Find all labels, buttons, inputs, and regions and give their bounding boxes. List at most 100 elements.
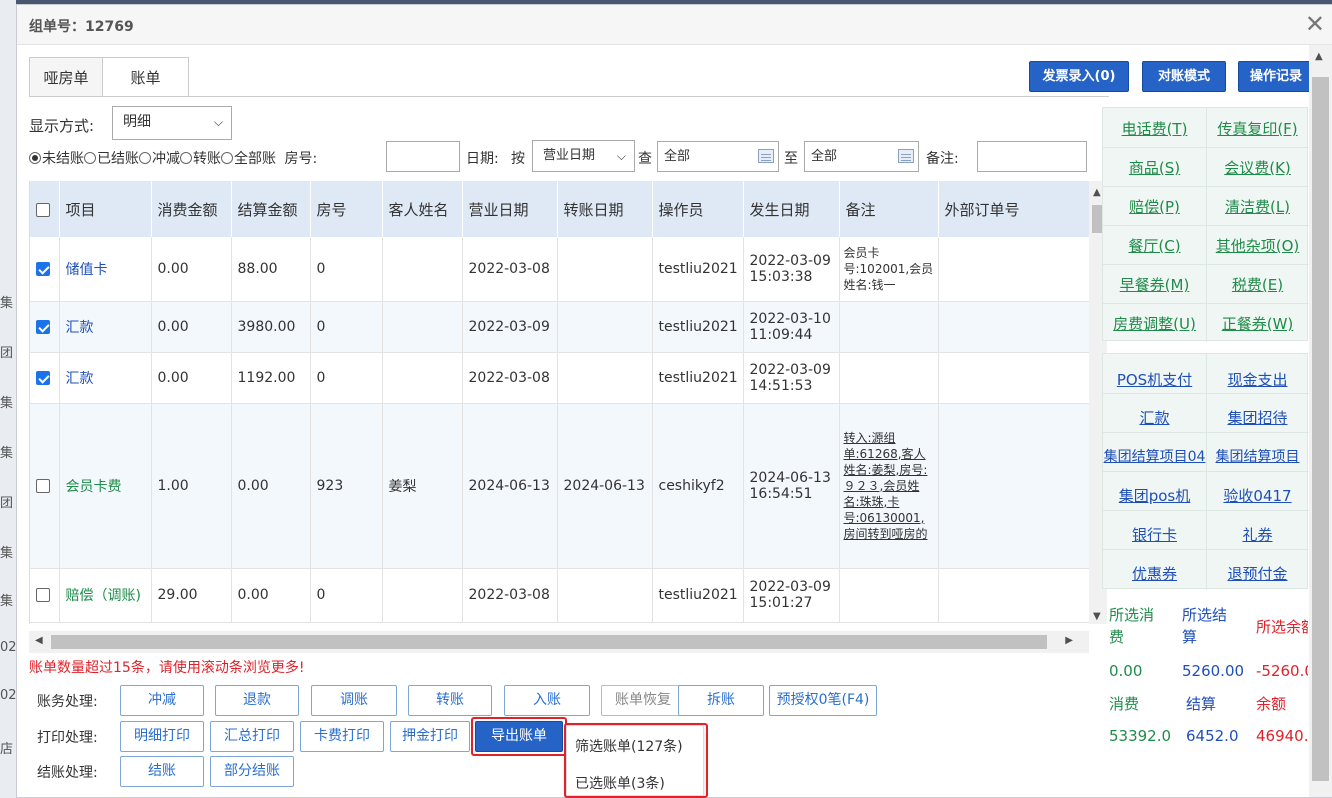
date-from-value: 全部 xyxy=(664,149,691,164)
chevron-down-icon: ⌵ xyxy=(616,149,626,163)
date-label: 日期: xyxy=(466,151,499,167)
date-from-input[interactable]: 全部 xyxy=(657,141,779,172)
tab-divider xyxy=(29,96,1109,97)
reconcile-mode-button[interactable]: 对账模式 xyxy=(1142,61,1226,92)
offset-button[interactable]: 冲减 xyxy=(120,685,204,716)
item-room-rate-adjust[interactable]: 房费调整(U) xyxy=(1103,313,1206,334)
pay-group-hospitality[interactable]: 集团招待 xyxy=(1206,407,1309,428)
pay-group-settle[interactable]: 集团结算项目 xyxy=(1206,446,1309,466)
item-tax[interactable]: 税费(E) xyxy=(1206,274,1309,295)
item-compensation[interactable]: 赔偿(P) xyxy=(1103,196,1206,217)
bg-fragment: 团 xyxy=(0,496,14,511)
item-goods[interactable]: 商品(S) xyxy=(1103,157,1206,178)
display-mode-select[interactable]: 明细 ⌵ xyxy=(112,106,232,140)
row-checkbox[interactable] xyxy=(30,403,60,569)
grid-divider xyxy=(1103,147,1309,148)
scroll-down-icon[interactable]: ▼ xyxy=(1093,611,1101,622)
radio-transfer[interactable]: 转账 xyxy=(180,151,221,167)
row-checkbox[interactable] xyxy=(30,301,60,353)
cell-transfer-date xyxy=(557,237,653,302)
partial-checkout-button[interactable]: 部分结账 xyxy=(210,756,294,787)
adjust-button[interactable]: 调账 xyxy=(311,685,397,716)
date-type-select[interactable]: 营业日期 ⌵ xyxy=(532,140,635,172)
calendar-icon[interactable] xyxy=(758,149,774,163)
table-horizontal-scrollbar[interactable]: ◀ ▶ xyxy=(29,631,1089,653)
row-checkbox[interactable] xyxy=(30,352,60,404)
tab-dummy-room[interactable]: 哑房单 xyxy=(29,57,103,97)
consume-value: 53392.0 xyxy=(1109,727,1172,745)
pay-coupon[interactable]: 优惠券 xyxy=(1103,563,1206,584)
scroll-left-icon[interactable]: ◀ xyxy=(35,635,43,646)
pay-group-pos[interactable]: 集团pos机 xyxy=(1103,485,1206,506)
cell-operator: testliu2021 xyxy=(652,237,744,302)
table-row[interactable]: 储值卡 0.00 88.00 0 2022-03-08 testliu2021 … xyxy=(30,237,1089,302)
radio-all[interactable]: 全部账 xyxy=(221,151,276,167)
cell-consume: 29.00 xyxy=(151,568,232,623)
table-row[interactable]: 会员卡费 1.00 0.00 923 姜梨 2024-06-13 2024-06… xyxy=(30,403,1089,569)
table-row[interactable]: 汇款 0.00 1192.00 0 2022-03-08 testliu2021… xyxy=(30,352,1089,404)
detail-print-button[interactable]: 明细打印 xyxy=(120,721,204,752)
radio-offset[interactable]: 冲减 xyxy=(139,151,180,167)
chevron-down-icon: ⌵ xyxy=(213,115,223,129)
select-all-checkbox[interactable] xyxy=(30,181,60,237)
item-fax-copy[interactable]: 传真复印(F) xyxy=(1206,118,1309,139)
item-misc[interactable]: 其他杂项(O) xyxy=(1206,235,1309,256)
checkout-processing-label: 结账处理: xyxy=(37,765,98,781)
date-to-input[interactable]: 全部 xyxy=(804,141,919,172)
bg-fragment: 02 xyxy=(0,640,17,655)
pay-gift-voucher[interactable]: 礼券 xyxy=(1206,524,1309,545)
operation-log-button[interactable]: 操作记录 xyxy=(1238,61,1314,92)
pay-cash-out[interactable]: 现金支出 xyxy=(1206,369,1309,390)
item-meal-voucher[interactable]: 正餐券(W) xyxy=(1206,313,1309,334)
bill-table: 项目 消费金额 结算金额 房号 客人姓名 营业日期 转账日期 操作员 发生日期 … xyxy=(30,181,1089,623)
pay-bank-card[interactable]: 银行卡 xyxy=(1103,524,1206,545)
item-restaurant[interactable]: 餐厅(C) xyxy=(1103,235,1206,256)
deposit-print-button[interactable]: 押金打印 xyxy=(390,721,470,752)
invoice-entry-button[interactable]: 发票录入(0) xyxy=(1029,61,1129,92)
pay-refund-prepay[interactable]: 退预付金 xyxy=(1206,563,1309,584)
cell-item: 汇款 xyxy=(59,301,152,353)
summary-print-button[interactable]: 汇总打印 xyxy=(210,721,294,752)
grid-divider xyxy=(1103,264,1309,265)
calendar-icon[interactable] xyxy=(898,149,914,163)
grid-divider xyxy=(1103,225,1309,226)
post-button[interactable]: 入账 xyxy=(504,685,590,716)
row-checkbox[interactable] xyxy=(30,237,60,302)
transfer-button[interactable]: 转账 xyxy=(408,685,492,716)
item-breakfast-voucher[interactable]: 早餐券(M) xyxy=(1103,274,1206,295)
pay-pos[interactable]: POS机支付 xyxy=(1103,369,1206,390)
pay-group-settle-04[interactable]: 集团结算项目04 xyxy=(1103,446,1206,466)
table-row[interactable]: 赔偿（调账) 29.00 0.00 0 2022-03-08 testliu20… xyxy=(30,568,1089,623)
remark-input[interactable] xyxy=(977,141,1087,172)
item-cleaning-fee[interactable]: 清洁费(L) xyxy=(1206,196,1309,217)
card-fee-print-button[interactable]: 卡费打印 xyxy=(300,721,384,752)
pay-acceptance-0417[interactable]: 验收0417 xyxy=(1206,485,1309,506)
split-button[interactable]: 拆账 xyxy=(678,685,764,716)
scroll-up-icon[interactable]: ▲ xyxy=(1093,187,1101,198)
refund-button[interactable]: 退款 xyxy=(215,685,299,716)
room-input[interactable] xyxy=(386,141,460,172)
cell-note: 会员卡号:102001,会员姓名:钱一 xyxy=(839,237,939,302)
item-meeting-fee[interactable]: 会议费(K) xyxy=(1206,157,1309,178)
tab-bill[interactable]: 账单 xyxy=(102,57,189,97)
radio-unsettled[interactable]: 未结账 xyxy=(29,151,84,167)
scroll-up-icon[interactable]: ▲ xyxy=(1315,51,1323,62)
cell-operator: testliu2021 xyxy=(652,568,744,623)
item-phone-fee[interactable]: 电话费(T) xyxy=(1103,118,1206,139)
scroll-right-icon[interactable]: ▶ xyxy=(1065,635,1073,646)
pay-remittance[interactable]: 汇款 xyxy=(1103,407,1206,428)
dialog-vertical-scrollbar[interactable]: ▲ xyxy=(1309,45,1332,797)
preauth-button[interactable]: 预授权0笔(F4) xyxy=(769,685,877,716)
cell-settle: 3980.00 xyxy=(231,301,311,353)
bill-restore-button[interactable]: 账单恢复 xyxy=(601,685,685,716)
scroll-thumb[interactable] xyxy=(1312,77,1329,781)
cell-transfer-date: 2024-06-13 xyxy=(557,403,653,569)
row-checkbox[interactable] xyxy=(30,568,60,623)
bill-dialog: 组单号：12769 ✕ 哑房单 账单 发票录入(0) 对账模式 操作记录 显示方… xyxy=(16,4,1332,798)
cell-guest xyxy=(382,301,463,353)
checkout-button[interactable]: 结账 xyxy=(120,756,204,787)
table-row[interactable]: 汇款 0.00 3980.00 0 2022-03-09 testliu2021… xyxy=(30,301,1089,353)
close-icon[interactable]: ✕ xyxy=(1305,11,1325,37)
scroll-thumb[interactable] xyxy=(51,635,1047,649)
radio-settled[interactable]: 已结账 xyxy=(84,151,139,167)
